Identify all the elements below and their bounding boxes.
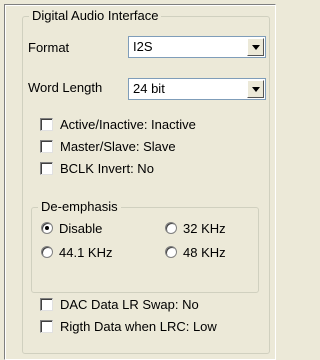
radio-label: 44.1 KHz xyxy=(59,245,113,260)
radio-button[interactable] xyxy=(165,222,177,234)
checkbox-label: Rigth Data when LRC: Low xyxy=(60,319,217,334)
word-length-dropdown[interactable]: 24 bit xyxy=(128,78,266,100)
checkbox-box[interactable] xyxy=(40,298,53,311)
radio-disable[interactable]: Disable xyxy=(41,221,141,237)
de-emphasis-title: De-emphasis xyxy=(38,199,121,215)
word-length-label: Word Length xyxy=(28,80,103,95)
checkbox-label: DAC Data LR Swap: No xyxy=(60,297,199,312)
radio-label: 32 KHz xyxy=(183,221,226,236)
word-length-value: 24 bit xyxy=(133,81,165,96)
format-label: Format xyxy=(28,40,70,55)
checkbox-box[interactable] xyxy=(40,162,53,175)
radio-44-1khz[interactable]: 44.1 KHz xyxy=(41,245,141,261)
digital-audio-interface-group: Digital Audio Interface Format I2S Word … xyxy=(22,8,270,354)
de-emphasis-group: De-emphasis Disable 32 KHz 44.1 KHz 48 K… xyxy=(31,199,259,293)
radio-button[interactable] xyxy=(165,246,177,258)
dac-data-lr-swap-checkbox[interactable]: DAC Data LR Swap: No xyxy=(40,297,260,313)
bclk-invert-checkbox[interactable]: BCLK Invert: No xyxy=(40,161,260,177)
checkbox-label: BCLK Invert: No xyxy=(60,161,154,176)
format-dropdown[interactable]: I2S xyxy=(128,36,266,58)
chevron-down-icon[interactable] xyxy=(247,80,264,98)
radio-button[interactable] xyxy=(41,222,53,234)
checkbox-box[interactable] xyxy=(40,320,53,333)
right-data-lrc-checkbox[interactable]: Rigth Data when LRC: Low xyxy=(40,319,265,335)
radio-32khz[interactable]: 32 KHz xyxy=(165,221,255,237)
master-slave-checkbox[interactable]: Master/Slave: Slave xyxy=(40,139,260,155)
format-value: I2S xyxy=(133,39,153,54)
radio-label: Disable xyxy=(59,221,103,236)
checkbox-label: Master/Slave: Slave xyxy=(60,139,176,154)
radio-button[interactable] xyxy=(41,246,53,258)
chevron-down-icon[interactable] xyxy=(247,38,264,56)
checkbox-box[interactable] xyxy=(40,140,53,153)
group-title: Digital Audio Interface xyxy=(29,8,162,24)
checkbox-label: Active/Inactive: Inactive xyxy=(60,117,196,132)
radio-label: 48 KHz xyxy=(183,245,226,260)
active-inactive-checkbox[interactable]: Active/Inactive: Inactive xyxy=(40,117,260,133)
radio-48khz[interactable]: 48 KHz xyxy=(165,245,255,261)
checkbox-box[interactable] xyxy=(40,118,53,131)
